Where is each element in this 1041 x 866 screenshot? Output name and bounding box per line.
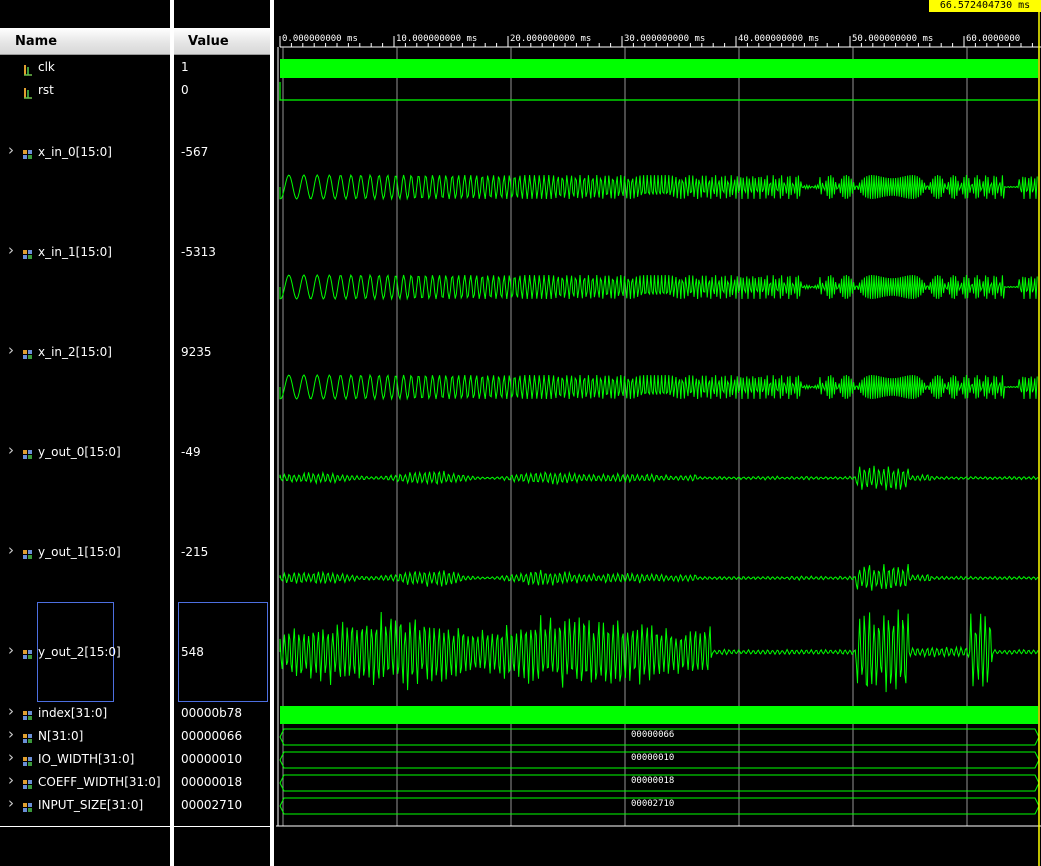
bus-signal-icon <box>22 346 34 359</box>
signal-name-io-width[interactable]: IO_WIDTH[31:0] <box>38 752 134 766</box>
value-panel-bottom-line <box>174 826 270 827</box>
index-waveform <box>280 706 1038 724</box>
signal-name-input-size[interactable]: INPUT_SIZE[31:0] <box>38 798 143 812</box>
signal-name-y-out-1[interactable]: y_out_1[15:0] <box>38 545 121 559</box>
signal-value-y-out-0: -49 <box>181 445 201 459</box>
signal-value-index: 00000b78 <box>181 706 243 720</box>
expand-chevron-icon[interactable]: › <box>8 796 14 811</box>
signal-value-y-out-2: 548 <box>181 645 204 659</box>
bus-signal-icon <box>22 146 34 159</box>
signal-value-clk: 1 <box>181 60 189 74</box>
signal-waveform-y-out-2 <box>279 609 1039 693</box>
bus-signal-icon <box>22 799 34 812</box>
signal-value-x-in-2: 9235 <box>181 345 212 359</box>
signal-name-y-out-0[interactable]: y_out_0[15:0] <box>38 445 121 459</box>
signal-value-x-in-1: -5313 <box>181 245 216 259</box>
bus-value-label: 00000066 <box>631 730 675 740</box>
signal-name-n[interactable]: N[31:0] <box>38 729 83 743</box>
expand-chevron-icon[interactable]: › <box>8 543 14 558</box>
value-column-header[interactable]: Value <box>174 28 270 55</box>
bus-signal-icon <box>22 776 34 789</box>
name-header-label: Name <box>15 34 58 49</box>
bus-signal-icon <box>22 707 34 720</box>
signal-waveform-y-out-1 <box>279 563 1039 591</box>
bit-signal-icon <box>22 84 34 99</box>
signal-value-y-out-1: -215 <box>181 545 209 559</box>
expand-chevron-icon[interactable]: › <box>8 243 14 258</box>
signal-waveform-x-in-2 <box>279 373 1038 401</box>
signal-name-index[interactable]: index[31:0] <box>38 706 107 720</box>
value-wave-splitter[interactable] <box>270 0 274 866</box>
signal-waveform-x-in-1 <box>279 273 1038 301</box>
signal-value-input-size: 00002710 <box>181 798 243 812</box>
signal-value-io-width: 00000010 <box>181 752 243 766</box>
signal-value-rst: 0 <box>181 83 189 97</box>
expand-chevron-icon[interactable]: › <box>8 443 14 458</box>
bit-signal-icon <box>22 61 34 76</box>
signal-name-clk[interactable]: clk <box>38 60 55 74</box>
bus-signal-icon <box>22 753 34 766</box>
value-header-label: Value <box>188 34 229 49</box>
signal-name-x-in-1[interactable]: x_in_1[15:0] <box>38 245 112 259</box>
expand-chevron-icon[interactable]: › <box>8 643 14 658</box>
name-panel-bottom-line <box>0 826 170 827</box>
expand-chevron-icon[interactable]: › <box>8 704 14 719</box>
signal-name-x-in-2[interactable]: x_in_2[15:0] <box>38 345 112 359</box>
name-column-header[interactable]: Name <box>0 28 170 55</box>
bus-value-label: 00002710 <box>631 799 675 809</box>
signal-value-n: 00000066 <box>181 729 243 743</box>
bus-signal-icon <box>22 730 34 743</box>
expand-chevron-icon[interactable]: › <box>8 750 14 765</box>
expand-chevron-icon[interactable]: › <box>8 727 14 742</box>
signal-name-y-out-2[interactable]: y_out_2[15:0] <box>38 645 121 659</box>
signal-name-rst[interactable]: rst <box>38 83 54 97</box>
expand-chevron-icon[interactable]: › <box>8 343 14 358</box>
signal-waveform-x-in-0 <box>279 173 1038 201</box>
signal-name-coeff-width[interactable]: COEFF_WIDTH[31:0] <box>38 775 161 789</box>
bus-value-label: 00000018 <box>631 776 675 786</box>
name-value-splitter[interactable] <box>170 0 174 866</box>
signal-name-x-in-0[interactable]: x_in_0[15:0] <box>38 145 112 159</box>
bus-value-label: 00000010 <box>631 753 675 763</box>
bus-signal-icon <box>22 446 34 459</box>
bus-signal-icon <box>22 246 34 259</box>
bus-signal-icon <box>22 646 34 659</box>
signal-waveform-y-out-0 <box>279 465 1039 491</box>
signal-value-coeff-width: 00000018 <box>181 775 243 789</box>
rst-waveform <box>279 82 1038 101</box>
clk-waveform <box>280 59 1038 78</box>
signal-value-x-in-0: -567 <box>181 145 209 159</box>
bus-signal-icon <box>22 546 34 559</box>
expand-chevron-icon[interactable]: › <box>8 143 14 158</box>
expand-chevron-icon[interactable]: › <box>8 773 14 788</box>
